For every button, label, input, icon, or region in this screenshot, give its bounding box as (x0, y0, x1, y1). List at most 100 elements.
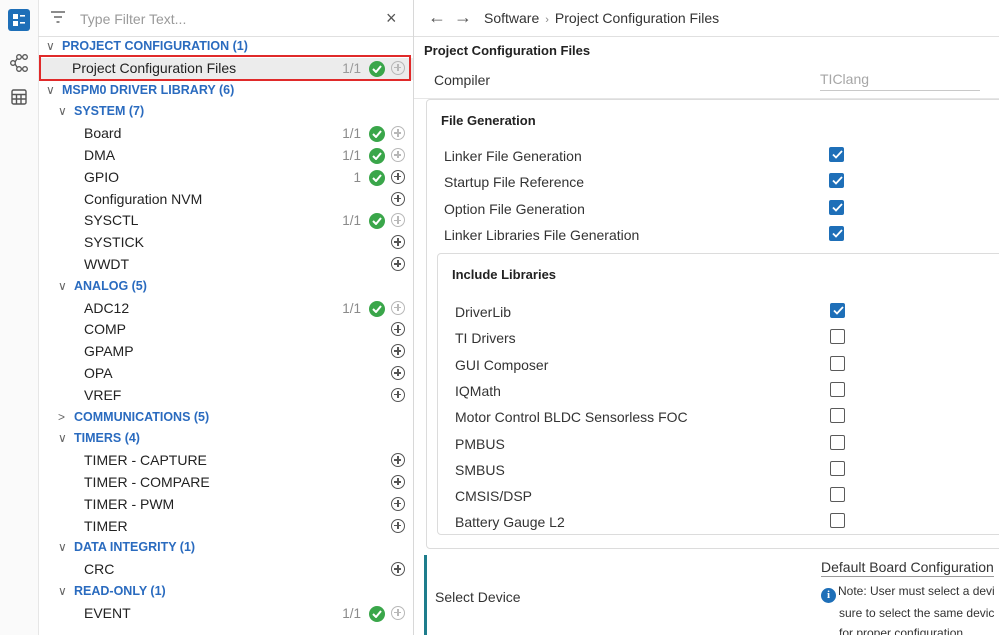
tree-category-project-configuration-1[interactable]: ∨ PROJECT CONFIGURATION (1) (38, 36, 413, 58)
checkbox-pmbus[interactable] (830, 434, 845, 450)
tree-item-dma[interactable]: DMA 1/1 (38, 145, 413, 167)
select-device-row: Select Device Default Board Configuratio… (424, 555, 999, 635)
tree-item-timer-capture[interactable]: TIMER - CAPTURE (38, 450, 413, 472)
option-row-smbus: SMBUS (438, 458, 999, 484)
include-libraries-title: Include Libraries (452, 267, 557, 282)
tree-item-systick[interactable]: SYSTICK (38, 232, 413, 254)
checkbox-iqmath[interactable] (830, 381, 845, 397)
option-label: TI Drivers (455, 330, 516, 347)
table-icon[interactable] (8, 86, 30, 108)
checkbox-linker-libraries-file-generation[interactable] (829, 225, 844, 241)
instance-count: 1/1 (342, 300, 361, 316)
tree-category-read-only-1[interactable]: ∨ READ-ONLY (1) (38, 581, 413, 603)
breadcrumb-software[interactable]: Software (484, 10, 539, 26)
breadcrumb-current: Project Configuration Files (554, 10, 720, 26)
tree-label: WWDT (84, 255, 130, 272)
tree-item-configuration-nvm[interactable]: Configuration NVM (38, 189, 413, 211)
add-circle-icon[interactable] (391, 191, 405, 206)
tree-item-gpio[interactable]: GPIO 1 (38, 167, 413, 189)
add-circle-icon[interactable] (391, 147, 405, 162)
tree-item-board[interactable]: Board 1/1 (38, 123, 413, 145)
tree-item-event[interactable]: EVENT 1/1 (38, 603, 413, 625)
add-circle-icon[interactable] (391, 126, 405, 141)
add-circle-icon[interactable] (391, 300, 405, 315)
tree-item-crc[interactable]: CRC (38, 559, 413, 581)
checkbox-battery-gauge-l2[interactable] (830, 513, 845, 529)
add-circle-icon[interactable] (391, 496, 405, 511)
tree-item-wwdt[interactable]: WWDT (38, 254, 413, 276)
add-circle-icon[interactable] (391, 169, 405, 184)
tree-label: PROJECT CONFIGURATION (1) (62, 39, 248, 53)
checkbox-startup-file-reference[interactable] (829, 173, 844, 189)
option-label: PMBUS (455, 435, 505, 452)
tree-label: DMA (84, 146, 116, 163)
tree-category-system-7[interactable]: ∨ SYSTEM (7) (38, 101, 413, 123)
list-view-icon[interactable] (8, 9, 30, 31)
option-row-driverlib: DriverLib (438, 300, 999, 326)
add-circle-icon[interactable] (391, 518, 405, 533)
tree-item-gpamp[interactable]: GPAMP (38, 341, 413, 363)
tree-category-communications-5[interactable]: > COMMUNICATIONS (5) (38, 407, 413, 429)
chevron-down-icon[interactable]: ∨ (46, 36, 55, 58)
add-circle-icon[interactable] (391, 344, 405, 359)
check-circle-icon (369, 126, 385, 143)
tree-label: CRC (84, 561, 115, 578)
chevron-down-icon[interactable]: ∨ (58, 276, 67, 298)
tree-item-comp[interactable]: COMP (38, 319, 413, 341)
checkbox-gui-composer[interactable] (830, 355, 845, 371)
add-circle-icon[interactable] (391, 605, 405, 620)
tree-item-adc12[interactable]: ADC12 1/1 (38, 298, 413, 320)
checkbox-driverlib[interactable] (830, 303, 845, 318)
tree-category-data-integrity-1[interactable]: ∨ DATA INTEGRITY (1) (38, 537, 413, 559)
option-label: SMBUS (455, 461, 505, 478)
option-label: Linker File Generation (444, 148, 582, 164)
add-circle-icon[interactable] (391, 256, 405, 271)
chevron-down-icon[interactable]: ∨ (46, 80, 55, 102)
add-circle-icon[interactable] (391, 213, 405, 228)
tree-label: SYSTICK (84, 234, 144, 251)
tree-item-project-configuration-files[interactable]: Project Configuration Files 1/1 (38, 57, 413, 80)
tree-label: Board (84, 125, 122, 142)
add-circle-icon[interactable] (391, 60, 405, 75)
tree-item-timer-pwm[interactable]: TIMER - PWM (38, 494, 413, 516)
add-circle-icon[interactable] (391, 235, 405, 250)
compiler-select[interactable]: TIClang (820, 71, 980, 91)
back-arrow-icon[interactable]: ← (428, 7, 446, 28)
checkbox-smbus[interactable] (830, 460, 845, 476)
note-line: for proper configuration. (839, 626, 967, 635)
tree-item-timer-compare[interactable]: TIMER - COMPARE (38, 472, 413, 494)
add-circle-icon[interactable] (391, 474, 405, 489)
checkbox-linker-file-generation[interactable] (829, 147, 844, 162)
close-icon[interactable]: × (386, 8, 397, 28)
tree-category-mspm0-driver-library-6[interactable]: ∨ MSPM0 DRIVER LIBRARY (6) (38, 80, 413, 102)
add-circle-icon[interactable] (391, 322, 405, 337)
tree-label: COMMUNICATIONS (5) (74, 409, 210, 424)
add-circle-icon[interactable] (391, 562, 405, 577)
tree-item-vref[interactable]: VREF (38, 385, 413, 407)
filter-input[interactable] (78, 8, 372, 30)
forward-arrow-icon[interactable]: → (454, 7, 472, 28)
add-circle-icon[interactable] (391, 387, 405, 402)
checkbox-cmsis-dsp[interactable] (830, 487, 845, 503)
checkbox-option-file-generation[interactable] (829, 199, 844, 215)
tree-item-opa[interactable]: OPA (38, 363, 413, 385)
chevron-down-icon[interactable]: ∨ (58, 581, 67, 603)
checkbox-ti-drivers[interactable] (830, 329, 845, 345)
chevron-right-icon[interactable]: > (58, 407, 65, 429)
tree-label: ADC12 (84, 299, 130, 316)
tree-category-analog-5[interactable]: ∨ ANALOG (5) (38, 276, 413, 298)
network-icon[interactable] (8, 52, 30, 74)
tree-item-timer[interactable]: TIMER (38, 516, 413, 538)
chevron-down-icon[interactable]: ∨ (58, 101, 67, 123)
chevron-down-icon[interactable]: ∨ (58, 428, 67, 450)
add-circle-icon[interactable] (391, 453, 405, 468)
add-circle-icon[interactable] (391, 365, 405, 380)
board-config-select[interactable]: Default Board Configuration (821, 559, 994, 577)
compiler-row: Compiler TIClang (414, 62, 999, 99)
tree-category-timers-4[interactable]: ∨ TIMERS (4) (38, 428, 413, 450)
checkbox-motor-control-bldc-sensorless-foc[interactable] (830, 408, 845, 424)
option-label: Linker Libraries File Generation (444, 226, 640, 243)
device-note: i Note: User must select a devi sure to s… (821, 581, 999, 635)
tree-item-sysctl[interactable]: SYSCTL 1/1 (38, 210, 413, 232)
chevron-down-icon[interactable]: ∨ (58, 537, 67, 559)
